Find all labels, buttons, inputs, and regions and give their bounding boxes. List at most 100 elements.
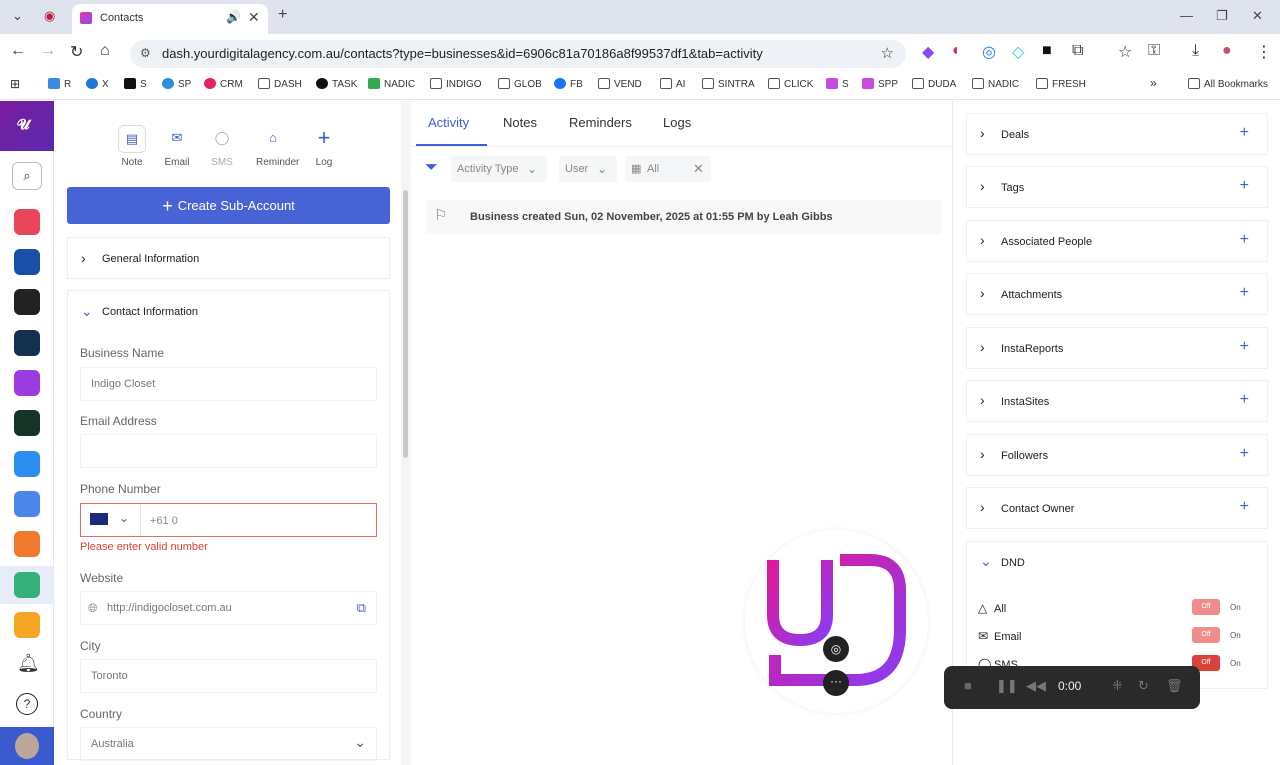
restart-icon[interactable]: ↻ bbox=[1138, 678, 1149, 694]
browser-tab[interactable]: Contacts 🔊 ✕ bbox=[72, 4, 268, 34]
extension-icon[interactable]: ◎ bbox=[982, 42, 996, 62]
phone-field[interactable]: ⌄ +61 0 bbox=[80, 503, 377, 537]
bookmark-item[interactable]: TASK bbox=[316, 78, 357, 90]
reminder-button[interactable]: ⌂ Reminder bbox=[256, 125, 299, 168]
bell-icon[interactable]: 🔔︎ bbox=[17, 653, 40, 674]
contact-owner-section[interactable]: › Contact Owner + bbox=[966, 487, 1268, 529]
minimize-icon[interactable]: — bbox=[1180, 8, 1193, 23]
add-icon[interactable]: + bbox=[1240, 284, 1249, 302]
close-tab-icon[interactable]: ✕ bbox=[248, 9, 260, 26]
dnd-all-off-toggle[interactable]: Off bbox=[1192, 599, 1220, 615]
tab-logs[interactable]: Logs bbox=[663, 115, 691, 130]
bookmark-folder[interactable]: CLICK bbox=[768, 78, 813, 90]
page-icon[interactable] bbox=[14, 451, 40, 477]
all-bookmarks[interactable]: All Bookmarks bbox=[1188, 78, 1268, 90]
business-name-field[interactable]: Indigo Closet bbox=[80, 367, 377, 401]
tab-notes[interactable]: Notes bbox=[503, 115, 537, 130]
add-icon[interactable]: + bbox=[1240, 124, 1249, 142]
extension-icon[interactable]: ◆ bbox=[922, 42, 934, 62]
date-filter[interactable]: ▦ All ✕ bbox=[625, 156, 711, 182]
tab-search-icon[interactable]: ⌄ bbox=[12, 8, 23, 24]
chevron-down-icon[interactable]: ⌄ bbox=[81, 303, 93, 320]
star-list-icon[interactable]: ☆ bbox=[1118, 42, 1132, 62]
country-code-select[interactable]: ⌄ bbox=[81, 504, 141, 536]
site-info-icon[interactable]: ⚙ bbox=[140, 46, 151, 60]
associated-people-section[interactable]: › Associated People + bbox=[966, 220, 1268, 262]
funnel-icon[interactable] bbox=[14, 289, 40, 315]
extension-icon[interactable]: ◐ bbox=[952, 42, 962, 60]
dnd-sms-on-label[interactable]: On bbox=[1230, 659, 1241, 668]
email-field[interactable] bbox=[80, 434, 377, 468]
check-icon[interactable] bbox=[14, 249, 40, 275]
extension-icon[interactable]: ■ bbox=[1042, 42, 1052, 60]
bookmark-item[interactable]: SPP bbox=[862, 78, 898, 90]
profile-icon[interactable]: ● bbox=[1222, 42, 1232, 60]
trash-icon[interactable]: 🗑︎ bbox=[1166, 678, 1183, 694]
dnd-email-on-label[interactable]: On bbox=[1230, 631, 1241, 640]
city-field[interactable]: Toronto bbox=[80, 659, 377, 693]
bookmark-item[interactable]: S bbox=[124, 78, 147, 90]
sms-button[interactable]: ◯ SMS bbox=[205, 125, 239, 168]
avatar[interactable] bbox=[0, 727, 54, 765]
bookmark-folder[interactable]: NADIC bbox=[972, 78, 1019, 90]
dnd-email-off-toggle[interactable]: Off bbox=[1192, 627, 1220, 643]
note-button[interactable]: ▤ Note bbox=[115, 125, 149, 168]
grid-icon[interactable]: ⁜ bbox=[1112, 678, 1123, 694]
record-icon[interactable]: ◉ bbox=[44, 8, 55, 24]
bookmark-item[interactable]: S bbox=[826, 78, 849, 90]
home-icon[interactable]: ⌂ bbox=[100, 42, 110, 60]
bookmark-folder[interactable]: GLOB bbox=[498, 78, 542, 90]
bookmark-item[interactable]: CRM bbox=[204, 78, 243, 90]
general-information-section[interactable]: › General Information bbox=[67, 237, 390, 279]
bookmark-item[interactable]: SP bbox=[162, 78, 191, 90]
bookmark-folder[interactable]: AI bbox=[660, 78, 685, 90]
pause-icon[interactable]: ❚❚ bbox=[996, 678, 1018, 694]
bookmark-folder[interactable]: DASH bbox=[258, 78, 302, 90]
back-icon[interactable]: ← bbox=[10, 42, 26, 60]
instareports-section[interactable]: › InstaReports + bbox=[966, 327, 1268, 369]
user-filter[interactable]: User ⌄ bbox=[559, 156, 617, 182]
help-icon[interactable]: ? bbox=[16, 693, 38, 715]
website-field[interactable]: 🌐︎ http://indigocloset.com.au ⧉ bbox=[80, 591, 377, 625]
menu-icon[interactable]: ⋮ bbox=[1256, 42, 1272, 62]
activity-type-filter[interactable]: Activity Type ⌄ bbox=[451, 156, 547, 182]
bookmark-folder[interactable]: SINTRA bbox=[702, 78, 755, 90]
more-bookmarks-icon[interactable]: » bbox=[1150, 76, 1157, 90]
scrollbar-thumb[interactable] bbox=[403, 190, 408, 458]
extensions-puzzle-icon[interactable]: ⧉ bbox=[1072, 42, 1083, 60]
search-icon[interactable]: ⌕ bbox=[12, 162, 42, 190]
bookmark-item[interactable]: R bbox=[48, 78, 71, 90]
attachments-section[interactable]: › Attachments + bbox=[966, 273, 1268, 315]
followers-section[interactable]: › Followers + bbox=[966, 434, 1268, 476]
bookmark-item[interactable]: X bbox=[86, 78, 109, 90]
add-icon[interactable]: + bbox=[1240, 445, 1249, 463]
bookmark-item[interactable]: NADIC bbox=[368, 78, 415, 90]
camera-icon[interactable]: ◎ bbox=[823, 636, 849, 662]
external-link-icon[interactable]: ⧉ bbox=[357, 600, 366, 616]
clear-icon[interactable]: ✕ bbox=[693, 156, 704, 182]
stop-icon[interactable]: ■ bbox=[964, 678, 972, 693]
notes-icon[interactable] bbox=[14, 612, 40, 638]
contacts-icon[interactable] bbox=[14, 572, 40, 598]
window-close-icon[interactable]: ✕ bbox=[1252, 8, 1263, 24]
bookmark-folder[interactable]: INDIGO bbox=[430, 78, 482, 90]
log-button[interactable]: + Log bbox=[307, 125, 341, 168]
speaker-icon[interactable]: 🔊 bbox=[226, 10, 241, 24]
forward-icon[interactable]: → bbox=[40, 42, 56, 60]
create-sub-account-button[interactable]: + Create Sub-Account bbox=[67, 187, 390, 224]
layers-icon[interactable] bbox=[14, 491, 40, 517]
chevron-down-icon[interactable]: ⌄ bbox=[980, 553, 992, 570]
reload-icon[interactable]: ↻ bbox=[70, 42, 83, 62]
email-button[interactable]: ✉ Email bbox=[160, 125, 194, 168]
add-icon[interactable]: + bbox=[1240, 177, 1249, 195]
phone-input[interactable]: +61 0 bbox=[150, 515, 178, 527]
filter-icon[interactable]: ⏷ bbox=[425, 159, 438, 177]
deals-section[interactable]: › Deals + bbox=[966, 113, 1268, 155]
bookmark-item[interactable]: FB bbox=[554, 78, 583, 90]
country-select[interactable]: Australia ⌄ bbox=[80, 727, 377, 761]
rewind-icon[interactable]: ◀◀ bbox=[1026, 678, 1046, 694]
instasites-section[interactable]: › InstaSites + bbox=[966, 380, 1268, 422]
tags-section[interactable]: › Tags + bbox=[966, 166, 1268, 208]
bookmark-folder[interactable]: DUDA bbox=[912, 78, 956, 90]
add-icon[interactable]: + bbox=[1240, 498, 1249, 516]
